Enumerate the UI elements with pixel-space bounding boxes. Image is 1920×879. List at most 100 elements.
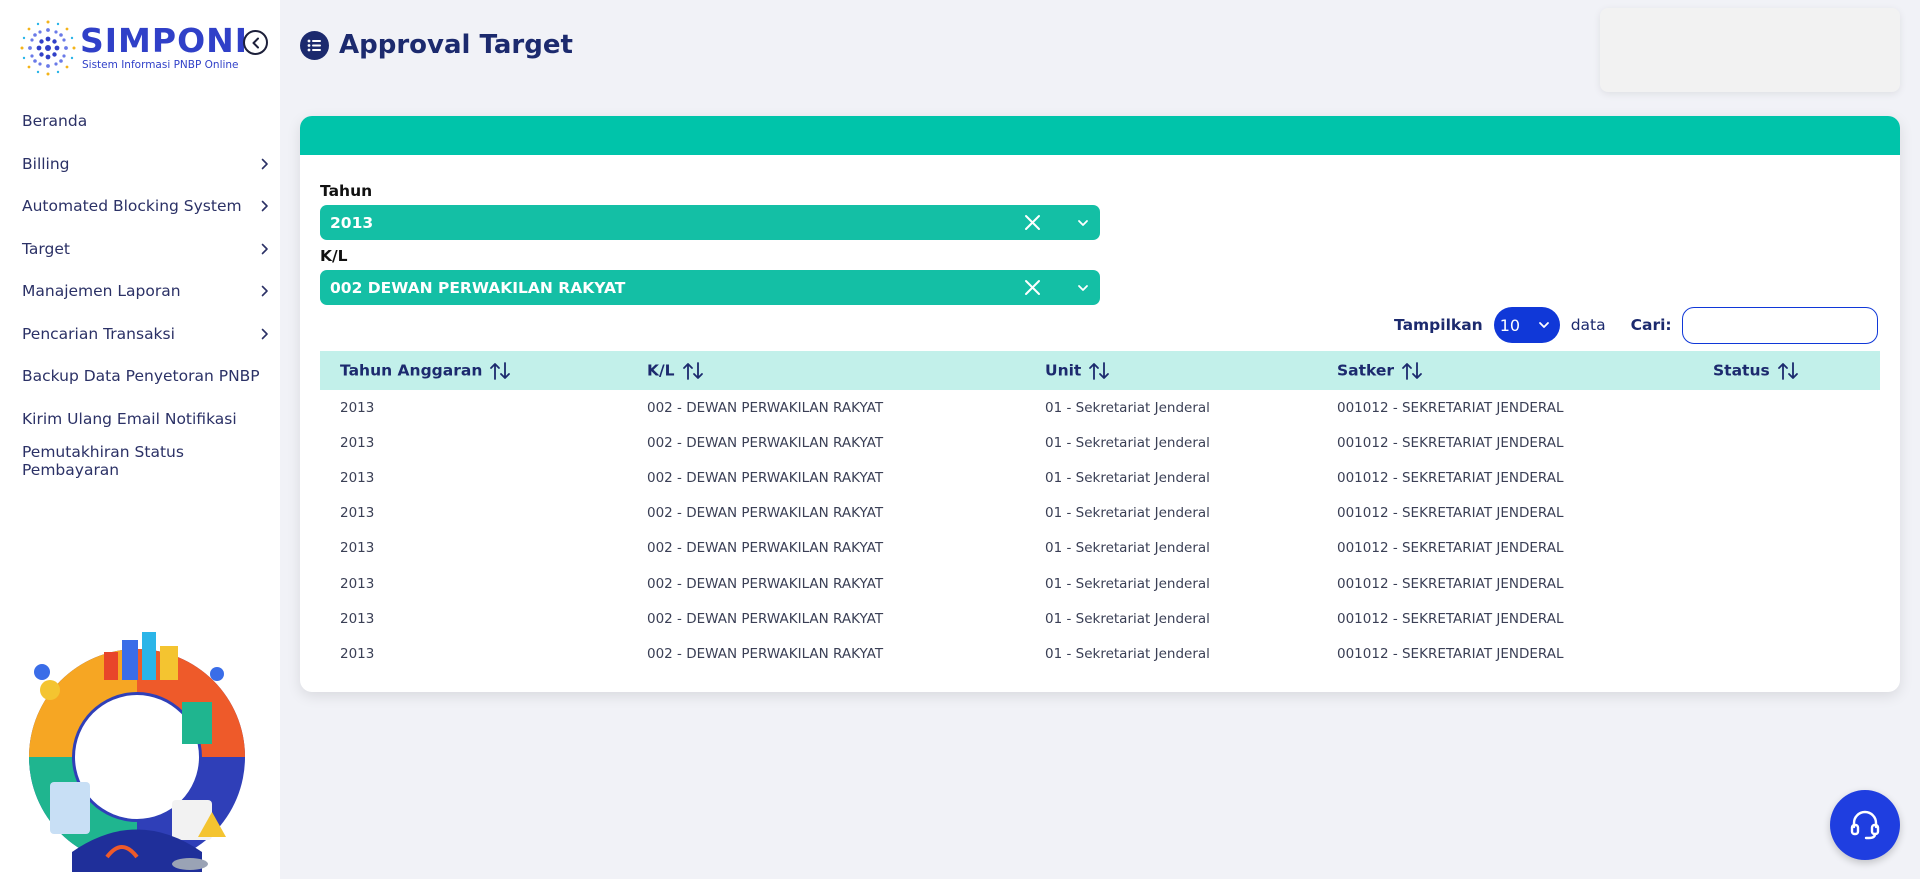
page-header: Approval Target [300, 30, 573, 60]
cell-tahun-anggaran: 2013 [340, 575, 375, 592]
table-row[interactable]: 2013 002 - DEWAN PERWAKILAN RAKYAT 01 - … [320, 636, 1880, 671]
cell-unit: 01 - Sekretariat Jenderal [1045, 469, 1210, 486]
cell-satker: 001012 - SEKRETARIAT JENDERAL [1337, 610, 1564, 627]
sidebar-item-manajemen-laporan[interactable]: Manajemen Laporan [0, 270, 280, 313]
table-row[interactable]: 2013 002 - DEWAN PERWAKILAN RAKYAT 01 - … [320, 425, 1880, 460]
table-row[interactable]: 2013 002 - DEWAN PERWAKILAN RAKYAT 01 - … [320, 496, 1880, 531]
kl-select[interactable]: 002 DEWAN PERWAKILAN RAKYAT [320, 270, 1100, 305]
chevron-down-icon[interactable] [1076, 281, 1090, 295]
cell-unit: 01 - Sekretariat Jenderal [1045, 610, 1210, 627]
sidebar-item-backup-data[interactable]: Backup Data Penyetoran PNBP [0, 355, 280, 398]
help-button[interactable] [1830, 790, 1900, 860]
sort-icon[interactable] [1776, 360, 1800, 382]
sidebar-item-beranda[interactable]: Beranda [0, 100, 280, 143]
cell-satker: 001012 - SEKRETARIAT JENDERAL [1337, 505, 1564, 522]
sort-icon[interactable] [1400, 360, 1424, 382]
user-profile-box[interactable] [1600, 8, 1900, 92]
approval-target-card: Tahun 2013 K/L 002 DEWAN PERWAKILAN RAKY… [300, 116, 1900, 692]
cell-kl: 002 - DEWAN PERWAKILAN RAKYAT [647, 575, 884, 592]
data-label: data [1570, 316, 1606, 334]
tahun-label: Tahun [320, 182, 373, 200]
clear-icon[interactable] [1023, 278, 1042, 297]
cell-status [1693, 496, 1880, 531]
sidebar-item-billing[interactable]: Billing [0, 143, 280, 186]
cell-tahun-anggaran: 2013 [340, 540, 375, 557]
cell-status [1693, 531, 1880, 566]
cell-kl: 002 - DEWAN PERWAKILAN RAKYAT [647, 399, 884, 416]
table-header-row: Tahun Anggaran K/L Unit Satker Status [320, 351, 1880, 390]
sort-icon[interactable] [681, 360, 705, 382]
sidebar-item-automated-blocking-system[interactable]: Automated Blocking System [0, 185, 280, 228]
column-header-label: Tahun Anggaran [340, 361, 483, 379]
search-input[interactable] [1681, 306, 1878, 344]
cell-tahun-anggaran: 2013 [340, 469, 375, 486]
table-row[interactable]: 2013 002 - DEWAN PERWAKILAN RAKYAT 01 - … [320, 531, 1880, 566]
chevron-left-icon [252, 37, 259, 48]
cell-status [1693, 566, 1880, 601]
kl-value: 002 DEWAN PERWAKILAN RAKYAT [330, 278, 626, 297]
page-title: Approval Target [339, 30, 573, 60]
cell-unit: 01 - Sekretariat Jenderal [1045, 540, 1210, 557]
table-row[interactable]: 2013 002 - DEWAN PERWAKILAN RAKYAT 01 - … [320, 566, 1880, 601]
show-label: Tampilkan [1394, 316, 1483, 334]
cell-unit: 01 - Sekretariat Jenderal [1045, 575, 1210, 592]
sidebar-item-target[interactable]: Target [0, 228, 280, 271]
column-header-tahun-anggaran[interactable]: Tahun Anggaran [320, 351, 627, 390]
sidebar-item-label: Pemutakhiran Status Pembayaran [22, 443, 184, 480]
table-row[interactable]: 2013 002 - DEWAN PERWAKILAN RAKYAT 01 - … [320, 460, 1880, 495]
column-header-label: Unit [1045, 361, 1082, 379]
table-row[interactable]: 2013 002 - DEWAN PERWAKILAN RAKYAT 01 - … [320, 601, 1880, 636]
search-label: Cari: [1630, 316, 1672, 334]
sort-icon[interactable] [488, 360, 512, 382]
app-logo[interactable]: SIMPONI Sistem Informasi PNBP Online [18, 18, 248, 78]
cell-tahun-anggaran: 2013 [340, 505, 375, 522]
cell-kl: 002 - DEWAN PERWAKILAN RAKYAT [647, 505, 884, 522]
headset-icon [1850, 810, 1880, 840]
cell-status [1693, 390, 1880, 425]
card-header-bar [300, 116, 1900, 155]
cell-kl: 002 - DEWAN PERWAKILAN RAKYAT [647, 540, 884, 557]
sidebar-item-label: Target [22, 239, 70, 258]
sidebar-item-pemutakhiran-status[interactable]: Pemutakhiran Status Pembayaran [0, 440, 280, 483]
cell-tahun-anggaran: 2013 [340, 645, 375, 662]
chevron-right-icon [258, 327, 272, 341]
clear-icon[interactable] [1023, 213, 1042, 232]
cell-kl: 002 - DEWAN PERWAKILAN RAKYAT [647, 645, 884, 662]
cell-kl: 002 - DEWAN PERWAKILAN RAKYAT [647, 434, 884, 451]
cell-unit: 01 - Sekretariat Jenderal [1045, 434, 1210, 451]
column-header-unit[interactable]: Unit [1025, 351, 1317, 390]
cell-satker: 001012 - SEKRETARIAT JENDERAL [1337, 399, 1564, 416]
sidebar-item-label: Backup Data Penyetoran PNBP [22, 367, 260, 386]
cell-tahun-anggaran: 2013 [340, 399, 375, 416]
table-controls: Tampilkan 10 data Cari: [1394, 306, 1884, 344]
sort-icon[interactable] [1087, 360, 1111, 382]
cell-kl: 002 - DEWAN PERWAKILAN RAKYAT [647, 610, 884, 627]
chevron-right-icon [258, 242, 272, 256]
cell-satker: 001012 - SEKRETARIAT JENDERAL [1337, 575, 1564, 592]
column-header-status[interactable]: Status [1693, 351, 1880, 390]
sidebar-item-label: Manajemen Laporan [22, 282, 181, 301]
chevron-down-icon[interactable] [1076, 216, 1090, 230]
tahun-select[interactable]: 2013 [320, 205, 1100, 240]
cell-tahun-anggaran: 2013 [340, 434, 375, 451]
cell-unit: 01 - Sekretariat Jenderal [1045, 399, 1210, 416]
sidebar-item-label: Automated Blocking System [22, 197, 242, 216]
cell-unit: 01 - Sekretariat Jenderal [1045, 645, 1210, 662]
sidebar-item-kirim-ulang-email[interactable]: Kirim Ulang Email Notifikasi [0, 398, 280, 441]
cell-status [1693, 601, 1880, 636]
sidebar-item-pencarian-transaksi[interactable]: Pencarian Transaksi [0, 313, 280, 356]
cell-satker: 001012 - SEKRETARIAT JENDERAL [1337, 645, 1564, 662]
column-header-satker[interactable]: Satker [1317, 351, 1693, 390]
column-header-label: Status [1713, 361, 1770, 379]
page-size-select[interactable]: 10 [1493, 307, 1560, 343]
cell-satker: 001012 - SEKRETARIAT JENDERAL [1337, 540, 1564, 557]
cell-status [1693, 425, 1880, 460]
sidebar-illustration [29, 632, 245, 872]
table-row[interactable]: 2013 002 - DEWAN PERWAKILAN RAKYAT 01 - … [320, 390, 1880, 425]
chevron-right-icon [258, 157, 272, 171]
kl-label: K/L [320, 247, 348, 265]
sidebar-nav: Beranda Billing Automated Blocking Syste… [0, 100, 280, 483]
logo-text: SIMPONI Sistem Informasi PNBP Online [80, 24, 248, 72]
sidebar-collapse-button[interactable] [243, 30, 268, 55]
column-header-kl[interactable]: K/L [627, 351, 1025, 390]
